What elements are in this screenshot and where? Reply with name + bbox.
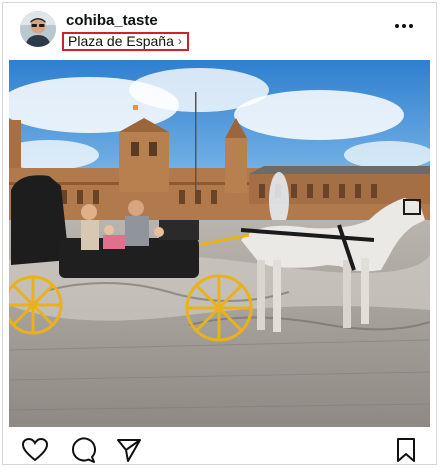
avatar[interactable] — [20, 11, 56, 47]
location-link[interactable]: Plaza de España › — [62, 32, 189, 51]
heart-icon[interactable] — [21, 436, 49, 464]
more-dots-icon[interactable] — [394, 21, 414, 31]
bookmark-icon[interactable] — [392, 436, 420, 464]
action-bar — [3, 433, 436, 465]
location-label: Plaza de España — [68, 33, 174, 49]
post-card: cohiba_taste Plaza de España › — [2, 2, 437, 465]
post-photo[interactable] — [9, 60, 430, 427]
carriage-plaza-image — [9, 60, 430, 427]
username[interactable]: cohiba_taste — [66, 12, 158, 29]
comment-bubble-icon[interactable] — [69, 436, 97, 464]
avatar-image — [20, 11, 56, 47]
post-header: cohiba_taste Plaza de España › — [3, 3, 436, 59]
chevron-right-icon: › — [177, 34, 182, 48]
paper-plane-icon[interactable] — [115, 436, 143, 464]
